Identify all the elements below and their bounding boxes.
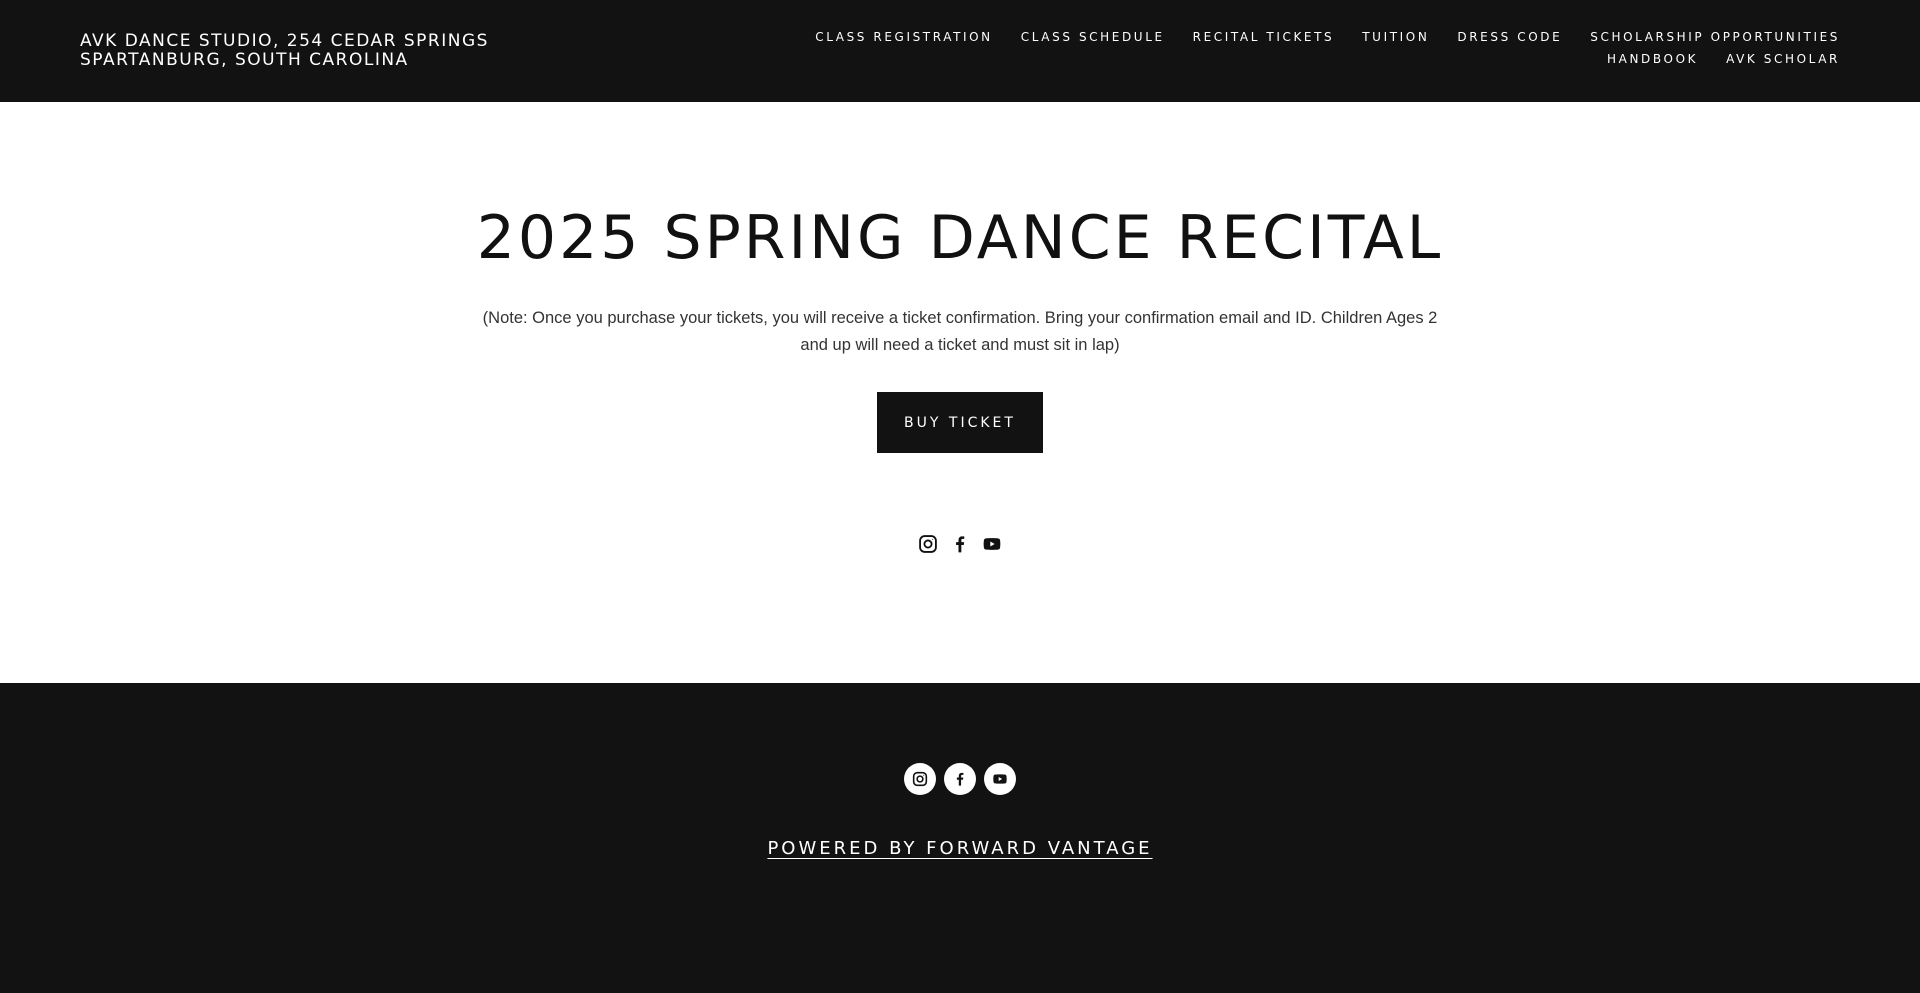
- instagram-icon: [919, 535, 937, 553]
- instagram-icon: [912, 771, 928, 787]
- youtube-icon: [983, 538, 1001, 550]
- nav-link-recital-tickets[interactable]: RECITAL TICKETS: [1193, 30, 1335, 45]
- powered-by-link[interactable]: POWERED BY FORWARD VANTAGE: [767, 838, 1152, 859]
- footer-instagram-link[interactable]: [904, 763, 936, 795]
- facebook-icon: [956, 536, 965, 553]
- main-content: 2025 SPRING DANCE RECITAL (Note: Once yo…: [0, 102, 1920, 683]
- footer-youtube-link[interactable]: [984, 763, 1016, 795]
- site-footer: POWERED BY FORWARD VANTAGE: [0, 683, 1920, 993]
- nav-link-avk-scholar[interactable]: AVK SCHOLAR: [1726, 52, 1840, 67]
- social-links: [0, 534, 1920, 554]
- nav-link-class-schedule[interactable]: CLASS SCHEDULE: [1021, 30, 1165, 45]
- buy-ticket-button[interactable]: BUY TICKET: [877, 392, 1043, 453]
- nav-link-dress-code[interactable]: DRESS CODE: [1457, 30, 1562, 45]
- page-title: 2025 SPRING DANCE RECITAL: [476, 203, 1444, 273]
- footer-social-links: [0, 763, 1920, 795]
- facebook-link[interactable]: [950, 534, 970, 554]
- main-navigation: CLASS REGISTRATION CLASS SCHEDULE RECITA…: [680, 30, 1840, 67]
- site-header: AVK DANCE STUDIO, 254 CEDAR SPRINGS SPAR…: [0, 0, 1920, 102]
- facebook-icon: [956, 772, 964, 786]
- powered-by-row: POWERED BY FORWARD VANTAGE: [0, 837, 1920, 861]
- nav-link-scholarship-opportunities[interactable]: SCHOLARSHIP OPPORTUNITIES: [1590, 30, 1840, 45]
- nav-link-handbook[interactable]: HANDBOOK: [1607, 52, 1698, 67]
- nav-link-tuition[interactable]: TUITION: [1362, 30, 1429, 45]
- ticket-note: (Note: Once you purchase your tickets, y…: [482, 309, 1438, 354]
- youtube-link[interactable]: [982, 534, 1002, 554]
- youtube-icon: [993, 774, 1007, 784]
- footer-facebook-link[interactable]: [944, 763, 976, 795]
- site-title-link[interactable]: AVK DANCE STUDIO, 254 CEDAR SPRINGS SPAR…: [80, 32, 620, 70]
- instagram-link[interactable]: [918, 534, 938, 554]
- nav-link-class-registration[interactable]: CLASS REGISTRATION: [815, 30, 993, 45]
